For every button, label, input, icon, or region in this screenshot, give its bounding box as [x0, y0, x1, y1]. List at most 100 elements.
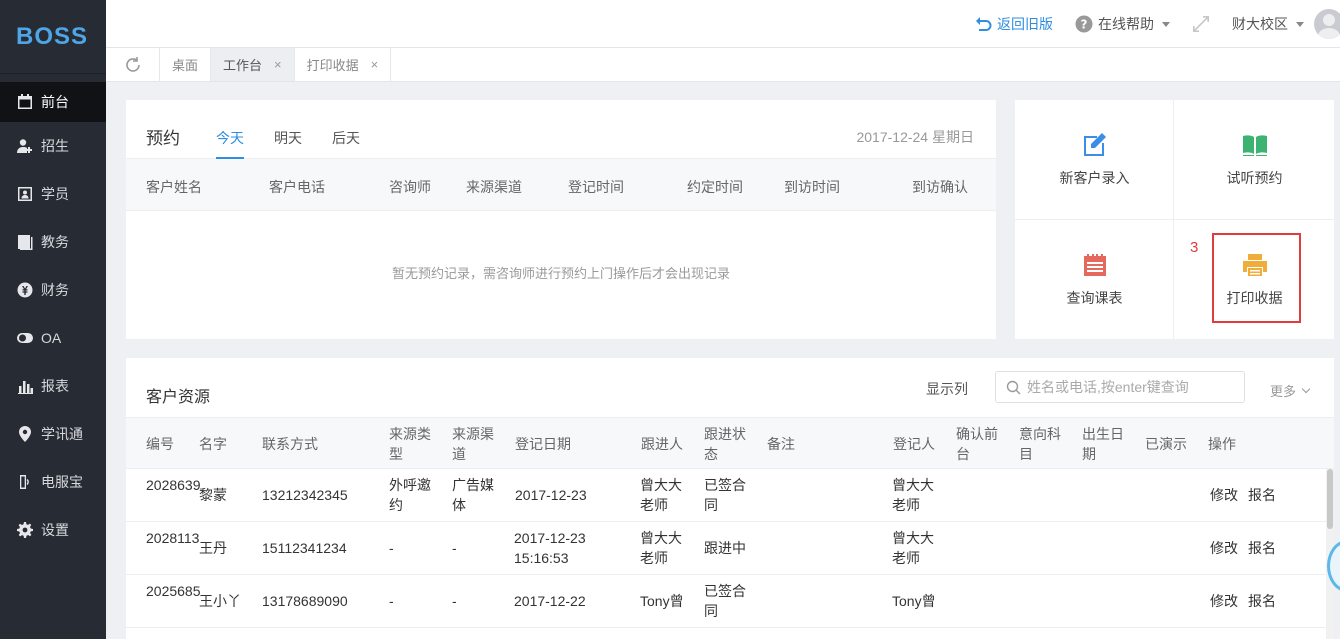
open-book-icon — [1242, 134, 1267, 156]
sidebar-item-xuexuntong[interactable]: 学讯通 — [0, 410, 106, 458]
query-schedule-button[interactable]: 查询课表 — [1015, 220, 1174, 339]
customer-search[interactable] — [995, 371, 1245, 403]
refresh-icon — [125, 56, 140, 72]
column-header: 客户姓名 — [146, 179, 202, 195]
sidebar-nav: 前台 招生 学员 教务 财务 OA 报表 学讯通 电服宝 设置 — [0, 82, 106, 554]
edit-link[interactable]: 修改 — [1210, 485, 1238, 505]
close-icon[interactable]: × — [371, 57, 379, 72]
chevron-down-icon — [1301, 384, 1311, 394]
column-header: 联系方式 — [262, 436, 318, 452]
tab-day-after-tomorrow[interactable]: 后天 — [332, 128, 360, 159]
sidebar-item-enrollment[interactable]: 招生 — [0, 122, 106, 170]
calendar-icon — [17, 94, 33, 110]
expand-icon — [1193, 16, 1209, 32]
yen-icon — [17, 282, 33, 298]
edit-link[interactable]: 修改 — [1210, 538, 1238, 558]
sidebar-item-reports[interactable]: 报表 — [0, 362, 106, 410]
new-customer-button[interactable]: 新客户录入 — [1015, 100, 1174, 219]
campus-dropdown[interactable]: 财大校区 — [1232, 14, 1304, 34]
tab-workbench[interactable]: 工作台 × — [211, 48, 295, 81]
sidebar-item-settings[interactable]: 设置 — [0, 506, 106, 554]
undo-icon — [976, 17, 992, 31]
tab-desktop[interactable]: 桌面 — [160, 48, 212, 81]
trial-booking-button[interactable]: 试听预约 — [1175, 100, 1334, 219]
sidebar-item-front-desk[interactable]: 前台 — [0, 82, 106, 122]
sidebar-item-academics[interactable]: 教务 — [0, 218, 106, 266]
online-help-dropdown[interactable]: ? 在线帮助 — [1075, 14, 1170, 34]
column-header: 备注 — [767, 436, 795, 452]
follow-status: 跟进中 — [704, 540, 746, 556]
sidebar-item-dianfubao[interactable]: 电服宝 — [0, 458, 106, 506]
customer-name: 黎蒙 — [199, 487, 227, 503]
follow-status: 已签合同 — [704, 477, 746, 513]
tab-label: 桌面 — [172, 58, 199, 73]
tab-tomorrow[interactable]: 明天 — [274, 128, 302, 159]
column-header: 登记时间 — [568, 179, 624, 195]
id-card-icon — [17, 186, 33, 202]
svg-text:?: ? — [1081, 18, 1088, 32]
registrar: 曾大大老师 — [892, 477, 934, 513]
tab-print-receipt[interactable]: 打印收据 × — [295, 48, 392, 81]
customer-id: 2025685 — [146, 583, 201, 599]
customer-contact: 13212342345 — [262, 487, 348, 503]
book-icon — [17, 234, 33, 250]
column-header: 到访时间 — [784, 179, 840, 195]
fullscreen-button[interactable] — [1192, 15, 1210, 33]
more-dropdown[interactable]: 更多 — [1270, 381, 1311, 400]
column-header: 出生日期 — [1082, 426, 1124, 462]
registrar: Tony曾 — [892, 593, 936, 609]
customer-table-header: 编号 名字 联系方式 来源类型 来源渠道 登记日期 跟进人 跟进状态 备注 登记… — [126, 417, 1334, 469]
column-header: 跟进人 — [641, 436, 683, 452]
help-label: 在线帮助 — [1098, 16, 1154, 32]
appointments-title: 预约 — [146, 129, 180, 148]
toggle-icon — [17, 330, 33, 346]
tab-today[interactable]: 今天 — [216, 128, 244, 159]
page-tabs-bar: 桌面 工作台 × 打印收据 × — [106, 48, 1340, 82]
schedule-icon — [1083, 253, 1106, 276]
show-columns-button[interactable]: 显示列 — [926, 379, 968, 399]
column-header: 咨询师 — [389, 179, 431, 195]
enroll-link[interactable]: 报名 — [1248, 538, 1276, 558]
scrollbar-thumb[interactable] — [1327, 469, 1333, 529]
back-to-old-version-link[interactable]: 返回旧版 — [975, 14, 1053, 34]
follower: 曾大大老师 — [640, 530, 682, 566]
column-header: 意向科目 — [1019, 426, 1061, 462]
follower: 曾大大老师 — [640, 477, 682, 513]
refresh-button[interactable] — [106, 48, 160, 81]
follower: Tony曾 — [640, 593, 684, 609]
edit-link[interactable]: 修改 — [1210, 591, 1238, 611]
column-header: 到访确认 — [912, 179, 968, 195]
column-header: 跟进状态 — [704, 426, 746, 462]
appointments-table-header: 客户姓名 客户电话 咨询师 来源渠道 登记时间 约定时间 到访时间 到访确认 — [126, 159, 996, 211]
sidebar-item-label: 设置 — [41, 522, 69, 538]
quick-action-label: 查询课表 — [1066, 289, 1123, 306]
column-header: 客户电话 — [269, 179, 325, 195]
tab-label: 打印收据 — [306, 58, 359, 73]
avatar[interactable] — [1314, 9, 1340, 39]
source-type: - — [389, 593, 394, 609]
sidebar-item-label: 教务 — [41, 234, 69, 250]
follow-status: 已签合同 — [704, 583, 746, 619]
enroll-link[interactable]: 报名 — [1248, 591, 1276, 611]
search-input[interactable] — [1027, 379, 1237, 395]
close-icon[interactable]: × — [274, 57, 282, 72]
sidebar-item-label: 招生 — [41, 138, 69, 154]
sidebar-item-students[interactable]: 学员 — [0, 170, 106, 218]
source-channel: 广告媒体 — [452, 477, 494, 513]
top-header: 返回旧版 ? 在线帮助 财大校区 — [106, 0, 1340, 48]
column-header: 确认前台 — [956, 426, 998, 462]
source-type: 外呼邀约 — [389, 477, 431, 513]
sidebar-item-label: 电服宝 — [41, 474, 83, 490]
chevron-down-icon — [1296, 21, 1304, 27]
reg-date: 2017-12-22 — [514, 593, 586, 609]
enroll-link[interactable]: 报名 — [1248, 485, 1276, 505]
column-header: 已演示 — [1145, 436, 1187, 452]
more-label: 更多 — [1270, 384, 1297, 399]
back-label: 返回旧版 — [997, 16, 1053, 32]
customer-name: 王丹 — [199, 540, 227, 556]
sidebar-item-finance[interactable]: 财务 — [0, 266, 106, 314]
sidebar-item-oa[interactable]: OA — [0, 314, 106, 362]
registrar: 曾大大老师 — [892, 530, 934, 566]
edit-icon — [1083, 132, 1106, 156]
bar-chart-icon — [17, 378, 33, 394]
